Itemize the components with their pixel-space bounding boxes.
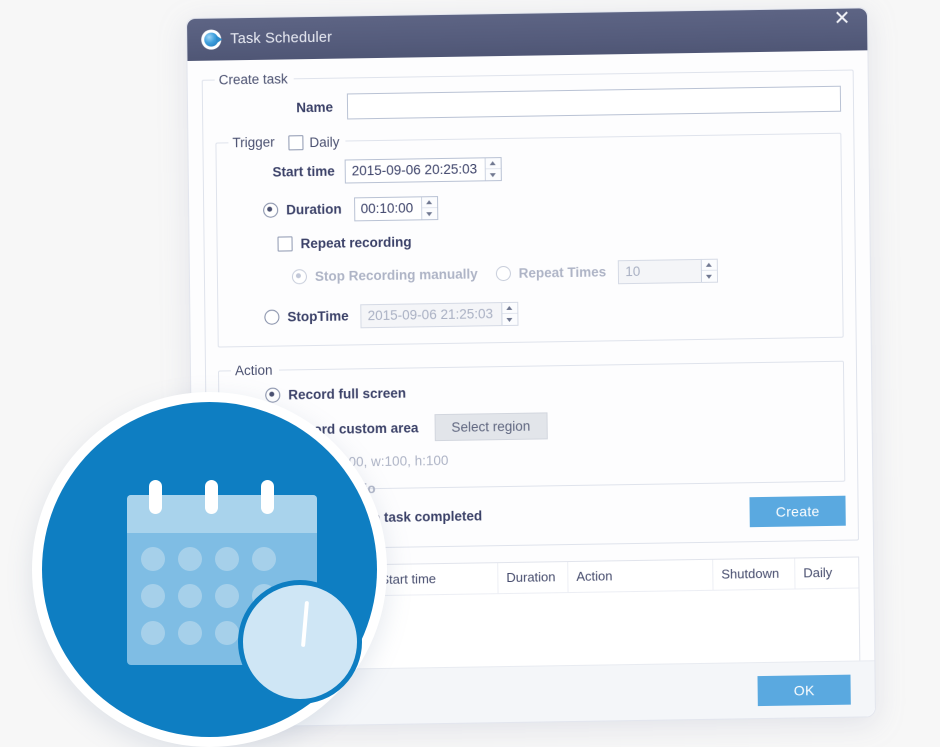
action-legend: Action [234,362,273,379]
trigger-group: Trigger Daily Start time 2015-09-06 20:2… [215,125,844,348]
duration-spin-up-icon[interactable] [422,197,437,208]
repeat-times-value: 10 [625,263,641,280]
stop-manually-radio[interactable] [291,269,308,285]
repeat-recording-checkbox[interactable] [277,236,293,252]
dialog-footer-bar: OK [194,660,875,727]
start-time-spin-down-icon[interactable] [486,168,502,181]
column-header-daily[interactable]: Daily [795,557,855,588]
region-info-text: x:100, y:100, w:100, h:100 [289,452,449,471]
daily-checkbox-wrap[interactable]: Daily [288,134,340,151]
repeat-recording-label: Repeat recording [300,234,412,252]
record-custom-area-radio[interactable] [265,422,281,438]
action-group: Action Record full screen Record custom … [217,353,846,498]
start-time-value: 2015-09-06 20:25:03 [351,161,478,179]
repeat-times-spin-buttons[interactable] [701,259,718,282]
start-time-label: Start time [272,164,335,181]
stoptime-spin-up-icon[interactable] [502,303,517,314]
stoptime-label: StopTime [287,308,349,325]
camcorder-lens [204,32,219,47]
column-header-action[interactable]: Action [568,559,714,592]
ok-button[interactable]: OK [757,674,851,706]
close-icon[interactable]: ✕ [827,7,857,33]
record-audio-label: Record audio [289,481,376,498]
start-time-spinner[interactable]: 2015-09-06 20:25:03 [344,156,503,184]
duration-spin-down-icon[interactable] [422,207,438,220]
record-full-screen-radio[interactable] [265,387,281,403]
duration-spinner[interactable]: 00:10:00 [353,195,439,222]
duration-label: Duration [286,202,342,218]
footer-row: Shutdown when task completed Create [220,495,846,536]
duration-value: 00:10:00 [360,200,414,217]
stop-manually-label: Stop Recording manually [314,266,478,285]
create-task-legend: Create task [218,71,288,88]
create-button[interactable]: Create [749,495,846,528]
stoptime-radio[interactable] [264,310,280,326]
trigger-legend-text: Trigger [232,134,275,151]
repeat-times-radio[interactable] [495,266,511,282]
dialog-window: Task Scheduler ✕ Create task Name Trigge… [186,7,876,728]
start-time-spin-buttons[interactable] [484,158,502,181]
shutdown-label: Shutdown when task completed [276,508,483,528]
stoptime-spin-buttons[interactable] [500,302,518,326]
column-header-duration[interactable]: Duration [498,562,569,594]
create-task-group: Create task Name Trigger Daily Start tim… [201,62,859,551]
record-full-screen-label: Record full screen [288,385,407,403]
duration-radio[interactable] [263,203,279,219]
select-region-button[interactable]: Select region [434,412,548,442]
duration-spin-buttons[interactable] [421,197,438,220]
daily-label: Daily [309,134,340,151]
name-label: Name [296,99,334,115]
calendar-dot [141,621,165,645]
column-header-shutdown[interactable]: Shutdown [713,558,796,590]
repeat-times-spinner[interactable]: 10 [618,258,719,285]
calendar-dot [141,584,165,608]
camcorder-icon [201,29,222,50]
table-header-row: Name Start time Duration Action Shutdown… [208,557,859,599]
stoptime-spin-down-icon[interactable] [501,313,518,326]
window-title: Task Scheduler [230,29,333,48]
column-header-name[interactable]: Name [208,565,373,598]
record-custom-area-label: Record custom area [288,420,419,438]
calendar-ring [149,480,162,514]
calendar-dot [141,547,165,571]
name-input[interactable] [346,85,842,120]
trigger-legend: Trigger Daily [228,134,345,152]
task-list-table: Name Start time Duration Action Shutdown… [207,556,861,673]
daily-checkbox[interactable] [288,135,304,151]
start-time-spin-up-icon[interactable] [486,158,501,169]
stoptime-spinner[interactable]: 2015-09-06 21:25:03 [360,301,519,329]
shutdown-checkbox[interactable] [253,512,269,528]
stoptime-value: 2015-09-06 21:25:03 [367,306,494,324]
record-audio-checkbox[interactable] [266,482,282,498]
task-scheduler-dialog: Task Scheduler ✕ Create task Name Trigge… [186,7,876,728]
repeat-times-label: Repeat Times [518,264,607,282]
repeat-times-spin-up-icon[interactable] [702,260,717,271]
column-header-start-time[interactable]: Start time [372,563,499,596]
dialog-body: Create task Name Trigger Daily Start tim… [187,50,875,727]
repeat-times-spin-down-icon[interactable] [702,270,718,282]
